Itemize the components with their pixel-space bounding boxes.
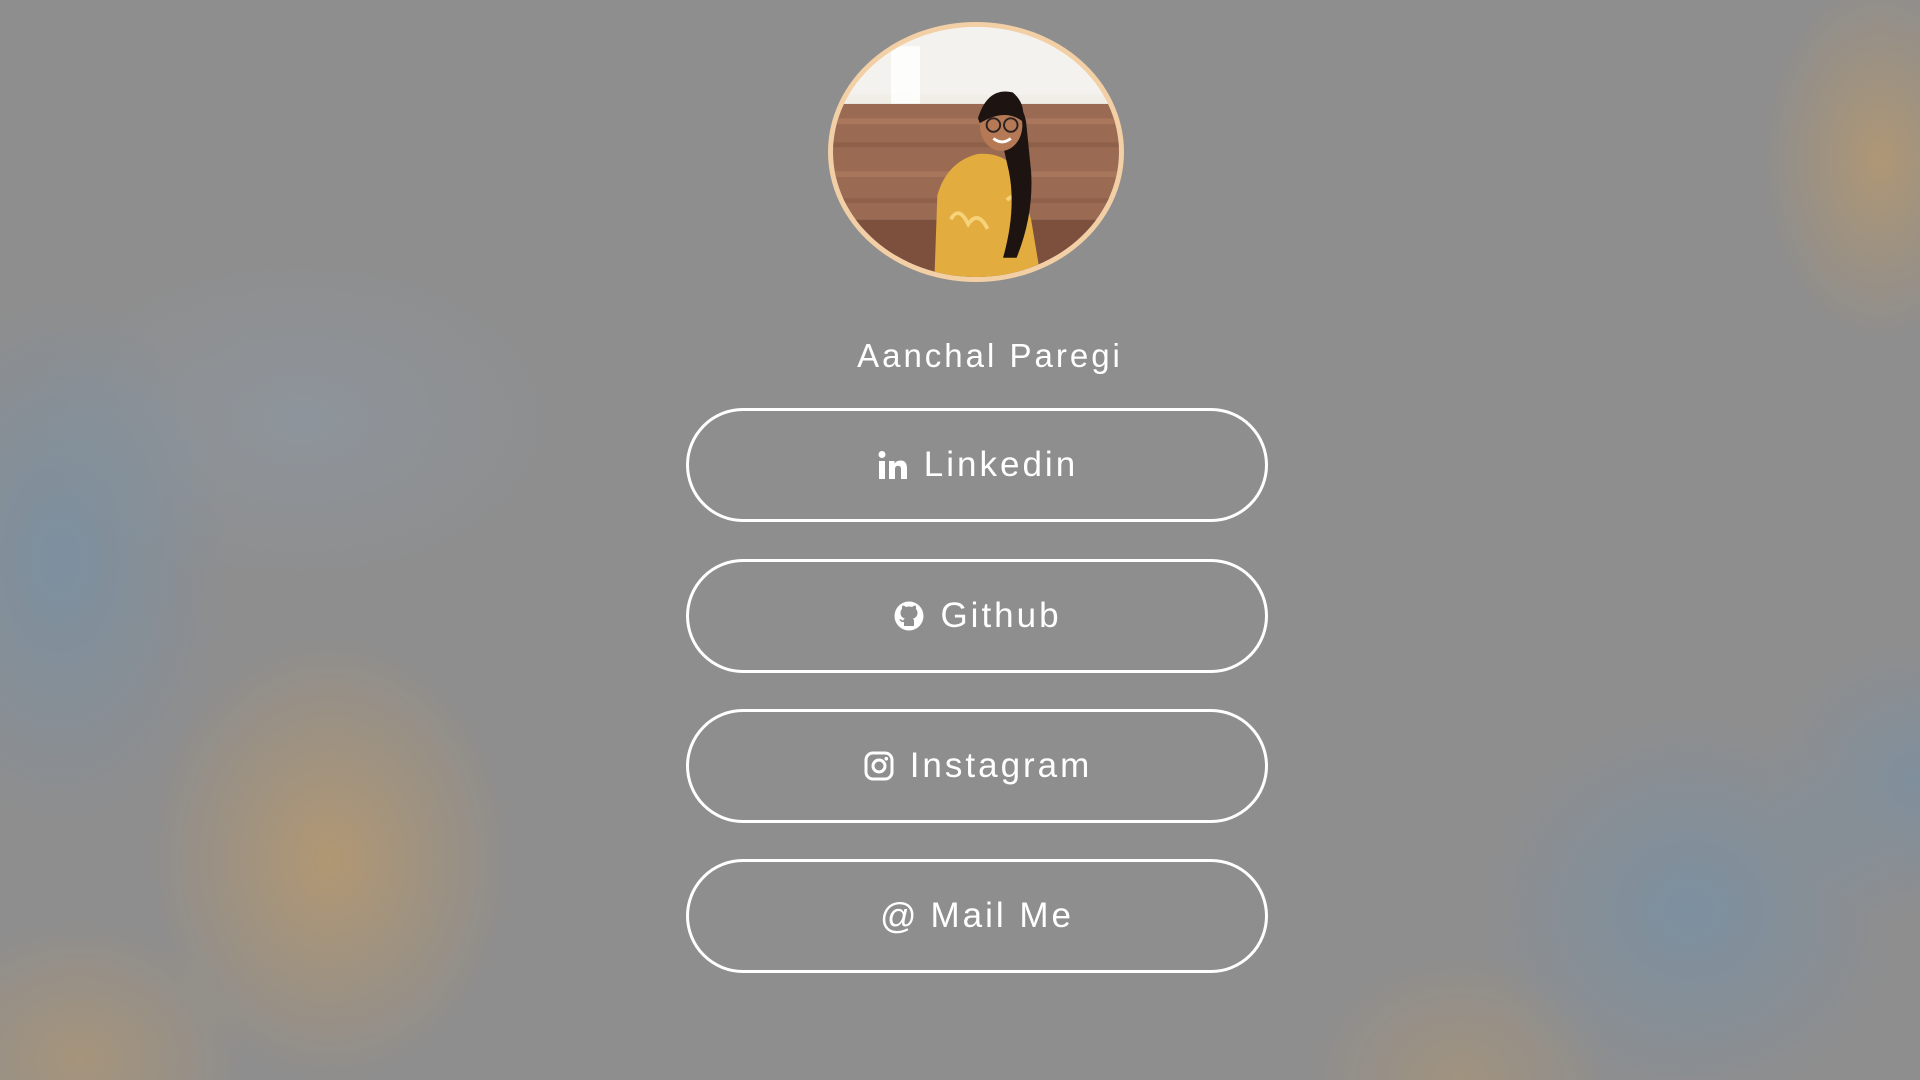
mail-label: Mail Me [930, 896, 1075, 935]
github-icon [892, 599, 926, 633]
profile-photo [833, 27, 1119, 277]
instagram-link-button[interactable]: Instagram [686, 709, 1268, 823]
at-sign-icon: @ [879, 895, 917, 936]
github-link-button[interactable]: Github [686, 559, 1268, 673]
mail-link-button[interactable]: @ Mail Me [686, 859, 1268, 973]
profile-name: Aanchal Paregi [857, 337, 1123, 374]
profile-avatar [828, 22, 1124, 282]
link-tree-card: Aanchal Paregi Linkedin Github Instagram… [0, 0, 1920, 1080]
instagram-label: Instagram [909, 746, 1093, 785]
github-label: Github [940, 596, 1062, 635]
linkedin-icon [876, 448, 910, 482]
linkedin-link-button[interactable]: Linkedin [686, 408, 1268, 522]
instagram-icon [862, 749, 896, 783]
linkedin-label: Linkedin [923, 445, 1079, 484]
